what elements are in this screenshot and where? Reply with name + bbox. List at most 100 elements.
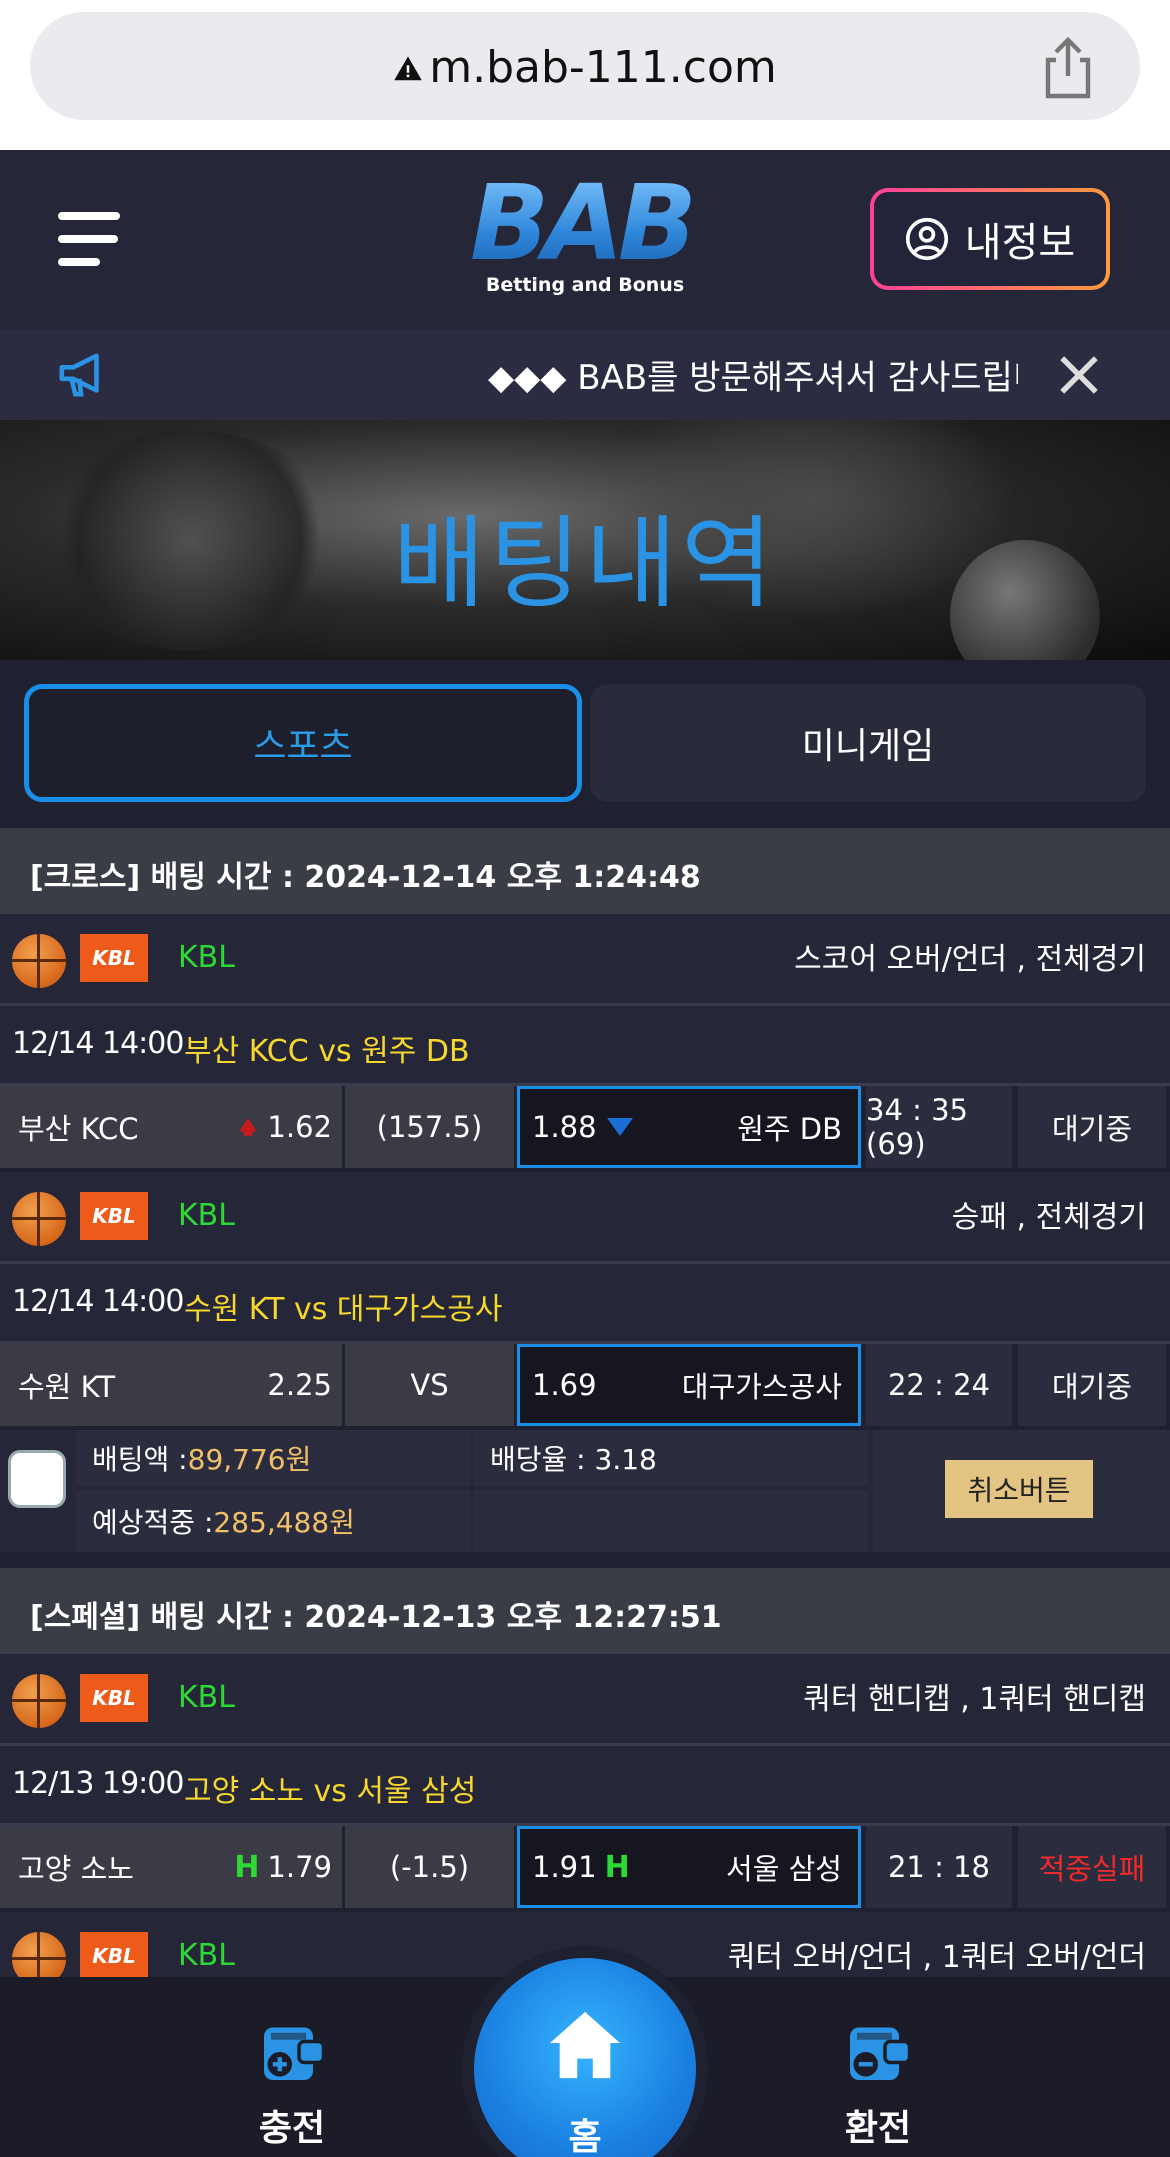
kbl-logo-icon: KBL xyxy=(80,1932,148,1980)
kbl-logo-icon: KBL xyxy=(80,1192,148,1240)
match-row: 12/13 19:00 고양 소노 vs 서울 삼성 xyxy=(0,1746,1170,1826)
league-name: KBL xyxy=(178,1198,235,1233)
away-odds-cell-selected: 1.91 H 서울 삼성 xyxy=(517,1826,861,1908)
notice-bar: ◆◆◆ BAB를 방문해주셔서 감사드립니다 xyxy=(0,330,1170,420)
logo-text: BAB xyxy=(470,168,700,278)
expected-win: 예상적중 : 285,488원 xyxy=(76,1490,470,1552)
category-tabs: 스포츠 미니게임 xyxy=(0,660,1170,828)
league-row: KBL KBL 쿼터 핸디캡 , 1쿼터 핸디캡 xyxy=(0,1654,1170,1746)
odds-row: 부산 KCC 1.62 (157.5) 1.88 원주 DB 34 : 35 (… xyxy=(0,1086,1170,1172)
match-teams: 부산 KCC vs 원주 DB xyxy=(184,1034,470,1069)
market-type: 승패 , 전체경기 xyxy=(951,1200,1146,1235)
address-bar[interactable]: m.bab-111.com xyxy=(30,12,1140,120)
home-team: 부산 KCC xyxy=(18,1112,139,1146)
odds-rate: 배당율 : 3.18 xyxy=(474,1430,868,1486)
match-teams: 수원 KT vs 대구가스공사 xyxy=(184,1292,503,1327)
kbl-logo-icon: KBL xyxy=(80,1674,148,1722)
away-team: 대구가스공사 xyxy=(681,1370,842,1404)
home-odds: 1.79 xyxy=(267,1850,332,1884)
match-time: 12/14 14:00 xyxy=(12,1284,184,1319)
user-icon xyxy=(905,217,948,261)
browser-bar: m.bab-111.com xyxy=(0,0,1170,150)
page-title: 배팅내역 xyxy=(393,505,777,622)
url-text: m.bab-111.com xyxy=(429,42,777,93)
nav-home-label: 홈 xyxy=(568,2117,602,2157)
tab-minigame[interactable]: 미니게임 xyxy=(590,684,1146,802)
url-display[interactable]: m.bab-111.com xyxy=(30,42,1140,93)
line-cell: (-1.5) xyxy=(345,1826,514,1908)
away-odds: 1.88 xyxy=(532,1110,597,1144)
site-logo[interactable]: BAB Betting and Bonus xyxy=(470,168,700,308)
expected-win-value: 285,488원 xyxy=(213,1506,355,1539)
wallet-minus-icon xyxy=(850,2027,912,2080)
bet-slip: [스페셜] 배팅 시간 : 2024-12-13 오후 12:27:51 KBL… xyxy=(0,1568,1170,2004)
handicap-icon: H xyxy=(234,1849,260,1885)
warning-icon xyxy=(394,56,422,81)
megaphone-icon xyxy=(59,353,99,397)
league-name: KBL xyxy=(178,1680,235,1715)
status-cell: 대기중 xyxy=(1018,1086,1166,1168)
home-odds-cell: 고양 소노 H 1.79 xyxy=(0,1826,342,1908)
logo-subtitle: Betting and Bonus xyxy=(485,274,685,296)
share-icon[interactable] xyxy=(1038,36,1098,100)
home-odds-cell: 부산 KCC 1.62 xyxy=(0,1086,342,1168)
basketball-icon xyxy=(12,1674,66,1728)
league-name: KBL xyxy=(178,1938,235,1973)
bet-slip: [크로스] 배팅 시간 : 2024-12-14 오후 1:24:48 KBL … xyxy=(0,828,1170,1552)
expected-win-label: 예상적중 : xyxy=(92,1506,214,1539)
my-info-label: 내정보 xyxy=(964,220,1076,266)
bet-amount-value: 89,776원 xyxy=(187,1443,312,1476)
home-icon xyxy=(549,2011,621,2079)
away-team: 원주 DB xyxy=(737,1112,842,1146)
score-cell: 21 : 18 xyxy=(866,1826,1012,1908)
match-teams: 고양 소노 vs 서울 삼성 xyxy=(184,1774,477,1809)
tab-sports[interactable]: 스포츠 xyxy=(24,684,582,802)
home-odds: 1.62 xyxy=(267,1110,332,1144)
away-odds-cell-selected: 1.69 대구가스공사 xyxy=(517,1344,861,1426)
score-cell: 34 : 35 (69) xyxy=(866,1086,1012,1168)
my-info-button[interactable]: 내정보 xyxy=(870,188,1110,290)
away-odds: 1.69 xyxy=(532,1368,597,1402)
page-banner: 배팅내역 xyxy=(0,420,1170,660)
select-checkbox[interactable] xyxy=(8,1450,66,1508)
nav-withdraw[interactable]: 환전 xyxy=(808,2017,948,2151)
nav-deposit[interactable]: 충전 xyxy=(222,2017,362,2151)
cancel-button[interactable]: 취소버튼 xyxy=(945,1460,1093,1518)
line-cell: (157.5) xyxy=(345,1086,514,1168)
market-type: 스코어 오버/언더 , 전체경기 xyxy=(794,942,1146,977)
bet-slip-header: [스페셜] 배팅 시간 : 2024-12-13 오후 12:27:51 xyxy=(0,1568,1170,1654)
site-header: BAB Betting and Bonus 내정보 xyxy=(0,150,1170,330)
bet-slip-header: [크로스] 배팅 시간 : 2024-12-14 오후 1:24:48 xyxy=(0,828,1170,914)
kbl-logo-icon: KBL xyxy=(80,934,148,982)
league-row: KBL KBL 승패 , 전체경기 xyxy=(0,1172,1170,1264)
match-time: 12/14 14:00 xyxy=(12,1026,184,1061)
wallet-plus-icon xyxy=(264,2027,326,2080)
league-name: KBL xyxy=(178,940,235,975)
odds-row: 고양 소노 H 1.79 (-1.5) 1.91 H 서울 삼성 21 : 18… xyxy=(0,1826,1170,1912)
bet-amount: 배팅액 : 89,776원 xyxy=(76,1430,470,1486)
score-cell: 22 : 24 xyxy=(866,1344,1012,1426)
handicap-icon: H xyxy=(604,1849,630,1885)
nav-deposit-label: 충전 xyxy=(258,2108,326,2149)
league-row: KBL KBL 스코어 오버/언더 , 전체경기 xyxy=(0,914,1170,1006)
home-odds-cell: 수원 KT 2.25 xyxy=(0,1344,342,1426)
basketball-icon xyxy=(12,934,66,988)
home-odds: 2.25 xyxy=(267,1368,332,1402)
away-odds: 1.91 xyxy=(532,1850,597,1884)
away-odds-cell-selected: 1.88 원주 DB xyxy=(517,1086,861,1168)
bet-amount-label: 배팅액 : xyxy=(92,1443,188,1476)
status-cell: 대기중 xyxy=(1018,1344,1166,1426)
line-cell: VS xyxy=(345,1344,514,1426)
basketball-icon xyxy=(12,1192,66,1246)
away-team: 서울 삼성 xyxy=(726,1852,842,1886)
match-row: 12/14 14:00 수원 KT vs 대구가스공사 xyxy=(0,1264,1170,1344)
market-type: 쿼터 오버/언더 , 1쿼터 오버/언더 xyxy=(727,1940,1146,1975)
empty-cell xyxy=(474,1490,868,1552)
nav-withdraw-label: 환전 xyxy=(844,2108,912,2149)
close-icon[interactable] xyxy=(1058,354,1100,396)
hamburger-menu-icon[interactable] xyxy=(58,212,122,266)
odds-up-icon xyxy=(239,1118,258,1136)
match-time: 12/13 19:00 xyxy=(12,1766,184,1801)
home-team: 수원 KT xyxy=(18,1370,116,1404)
match-row: 12/14 14:00 부산 KCC vs 원주 DB xyxy=(0,1006,1170,1086)
